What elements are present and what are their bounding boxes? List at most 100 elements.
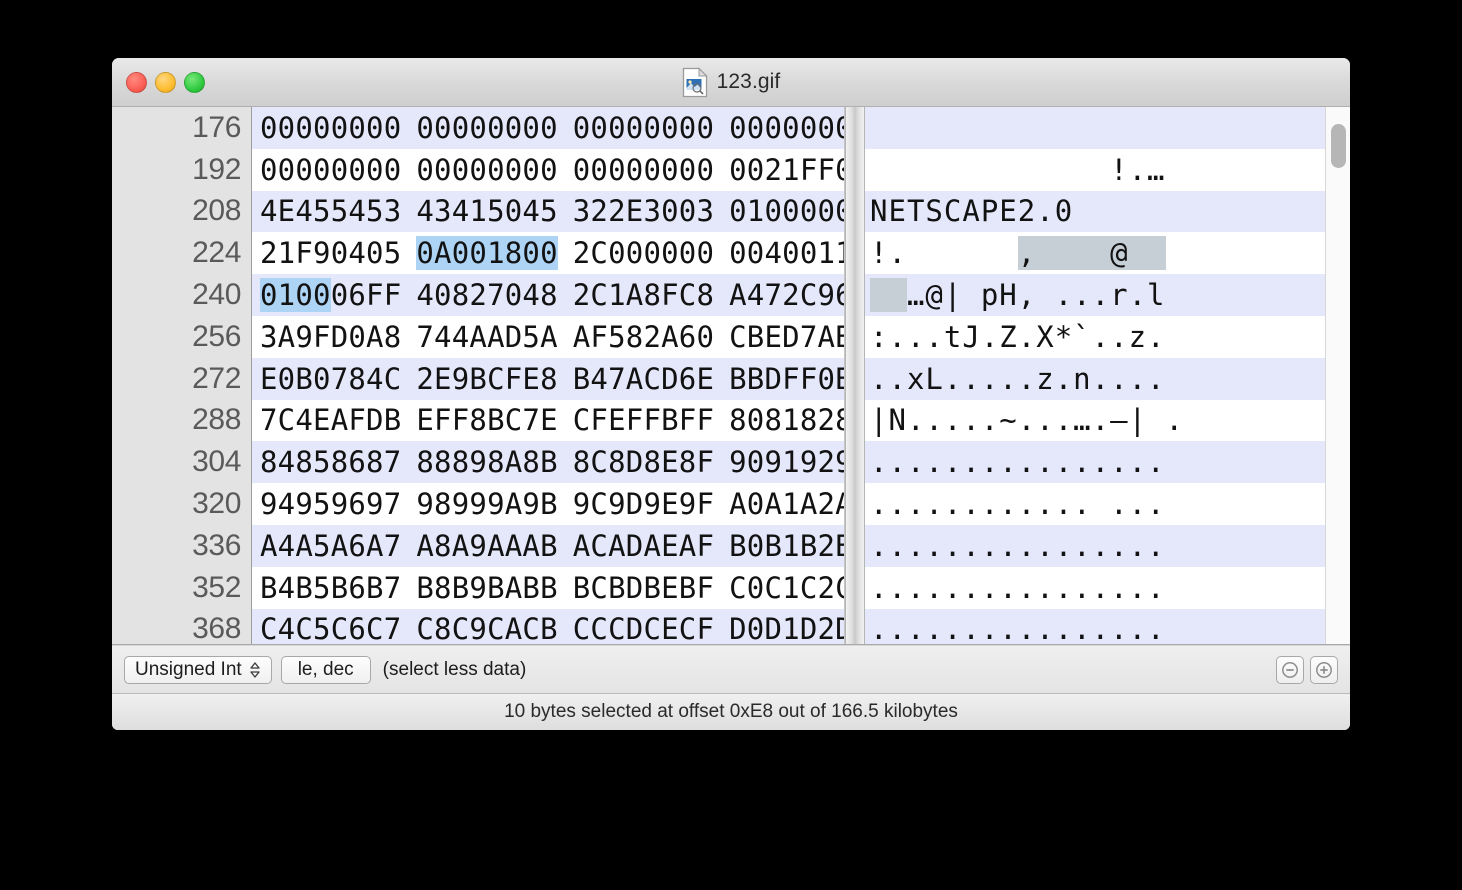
- hex-row[interactable]: 94959697 98999A9B 9C9D9E9F A0A1A2A3: [252, 483, 844, 525]
- hex-nybble[interactable]: 0: [747, 236, 765, 270]
- hex-nybble[interactable]: C: [764, 571, 782, 605]
- hex-nybble[interactable]: 0: [800, 111, 818, 145]
- hex-nybble[interactable]: 0: [817, 362, 835, 396]
- hex-nybble[interactable]: 3: [384, 194, 402, 228]
- ascii-char[interactable]: N: [870, 194, 888, 228]
- hex-nybble[interactable]: 5: [522, 320, 540, 354]
- hex-nybble[interactable]: D: [626, 487, 644, 521]
- hex-nybble[interactable]: 4: [278, 571, 296, 605]
- ascii-char[interactable]: x: [907, 362, 925, 396]
- ascii-char[interactable]: .: [907, 612, 925, 644]
- hex-nybble[interactable]: C: [331, 612, 349, 644]
- hex-nybble[interactable]: 0: [540, 153, 558, 187]
- hex-nybble[interactable]: 2: [817, 612, 835, 644]
- ascii-char[interactable]: [1073, 194, 1091, 228]
- ascii-char[interactable]: L: [925, 362, 943, 396]
- hex-nybble[interactable]: 0: [384, 153, 402, 187]
- hex-nybble[interactable]: 1: [782, 487, 800, 521]
- ascii-char[interactable]: .: [1073, 487, 1091, 521]
- hex-nybble[interactable]: 0: [782, 111, 800, 145]
- ascii-char[interactable]: .: [1055, 445, 1073, 479]
- endianness-button[interactable]: le, dec: [280, 655, 371, 684]
- hex-nybble[interactable]: 4: [366, 362, 384, 396]
- ascii-row[interactable]: … @ | pH, ...r.l: [865, 274, 1350, 316]
- ascii-char[interactable]: .: [1055, 529, 1073, 563]
- ascii-char[interactable]: .: [944, 529, 962, 563]
- hex-nybble[interactable]: C: [487, 612, 505, 644]
- hex-nybble[interactable]: A: [729, 487, 747, 521]
- ascii-char[interactable]: .: [1147, 487, 1165, 521]
- hex-nybble[interactable]: F: [679, 403, 697, 437]
- hex-nybble[interactable]: 4: [590, 362, 608, 396]
- hex-nybble[interactable]: 0: [643, 236, 661, 270]
- hex-row[interactable]: A4A5A6A7 A8A9AAAB ACADAEAF B0B1B2B3: [252, 524, 844, 567]
- ascii-char[interactable]: .: [1073, 612, 1091, 644]
- hex-nybble[interactable]: 0: [643, 111, 661, 145]
- hex-nybble[interactable]: B: [540, 445, 558, 479]
- ascii-row[interactable]: :... t J. Z. X * `.. z.: [865, 315, 1350, 358]
- ascii-char[interactable]: .: [907, 571, 925, 605]
- hex-nybble[interactable]: 9: [679, 487, 697, 521]
- ascii-char[interactable]: [1054, 236, 1074, 271]
- hex-nybble[interactable]: 8: [452, 445, 470, 479]
- ascii-char[interactable]: [907, 111, 925, 145]
- hex-nybble[interactable]: 0: [747, 487, 765, 521]
- ascii-char[interactable]: Z: [999, 320, 1017, 354]
- hex-nybble[interactable]: B: [573, 571, 591, 605]
- ascii-char[interactable]: .: [870, 487, 888, 521]
- hex-nybble[interactable]: 2: [817, 529, 835, 563]
- ascii-char[interactable]: [1092, 153, 1110, 187]
- ascii-char[interactable]: .: [944, 445, 962, 479]
- hex-nybble[interactable]: 0: [679, 153, 697, 187]
- ascii-char[interactable]: [962, 111, 980, 145]
- hex-nybble[interactable]: C: [679, 612, 697, 644]
- ascii-char[interactable]: .: [1129, 529, 1147, 563]
- hex-nybble[interactable]: 8: [729, 403, 747, 437]
- hex-nybble[interactable]: 8: [331, 445, 349, 479]
- hex-nybble[interactable]: 1: [277, 278, 296, 313]
- hex-nybble[interactable]: C: [260, 612, 278, 644]
- hex-nybble[interactable]: 3: [643, 194, 661, 228]
- hex-nybble[interactable]: B: [573, 362, 591, 396]
- ascii-char[interactable]: .: [962, 362, 980, 396]
- hex-nybble[interactable]: 7: [764, 278, 782, 312]
- hex-nybble[interactable]: 4: [522, 278, 540, 312]
- hex-nybble[interactable]: A: [505, 487, 523, 521]
- hex-nybble[interactable]: 9: [452, 487, 470, 521]
- hex-nybble[interactable]: D: [800, 612, 818, 644]
- ascii-char[interactable]: .: [870, 612, 888, 644]
- hex-nybble[interactable]: 1: [817, 236, 835, 270]
- hex-nybble[interactable]: 2: [590, 194, 608, 228]
- hex-nybble[interactable]: D: [505, 320, 523, 354]
- hex-nybble[interactable]: 0: [747, 111, 765, 145]
- ascii-char[interactable]: [888, 153, 906, 187]
- ascii-char[interactable]: .: [907, 403, 925, 437]
- hex-nybble[interactable]: 0: [782, 194, 800, 228]
- ascii-char[interactable]: .: [981, 612, 999, 644]
- ascii-char[interactable]: .: [1129, 153, 1147, 187]
- ascii-char[interactable]: .: [962, 529, 980, 563]
- ascii-char[interactable]: …: [1073, 403, 1091, 437]
- ascii-char[interactable]: .: [925, 320, 943, 354]
- ascii-char[interactable]: C: [944, 194, 962, 228]
- hex-nybble[interactable]: 0: [800, 236, 818, 270]
- hex-nybble[interactable]: 4: [295, 403, 313, 437]
- hex-nybble[interactable]: B: [729, 529, 747, 563]
- hex-nybble[interactable]: A: [835, 487, 844, 521]
- hex-nybble[interactable]: 0: [626, 111, 644, 145]
- ascii-char[interactable]: H: [999, 278, 1017, 312]
- ascii-char[interactable]: .: [925, 487, 943, 521]
- hex-nybble[interactable]: 0: [313, 153, 331, 187]
- hex-nybble[interactable]: 0: [434, 111, 452, 145]
- hex-nybble[interactable]: 0: [800, 194, 818, 228]
- hex-nybble[interactable]: 0: [348, 111, 366, 145]
- hex-nybble[interactable]: 7: [384, 529, 402, 563]
- hex-nybble[interactable]: 8: [384, 320, 402, 354]
- hex-nybble[interactable]: 9: [469, 445, 487, 479]
- hex-nybble[interactable]: A: [452, 529, 470, 563]
- hex-nybble[interactable]: A: [295, 529, 313, 563]
- hex-nybble[interactable]: 0: [522, 111, 540, 145]
- ascii-char[interactable]: ~: [999, 403, 1017, 437]
- hex-nybble[interactable]: 9: [331, 487, 349, 521]
- hex-nybble[interactable]: B: [729, 362, 747, 396]
